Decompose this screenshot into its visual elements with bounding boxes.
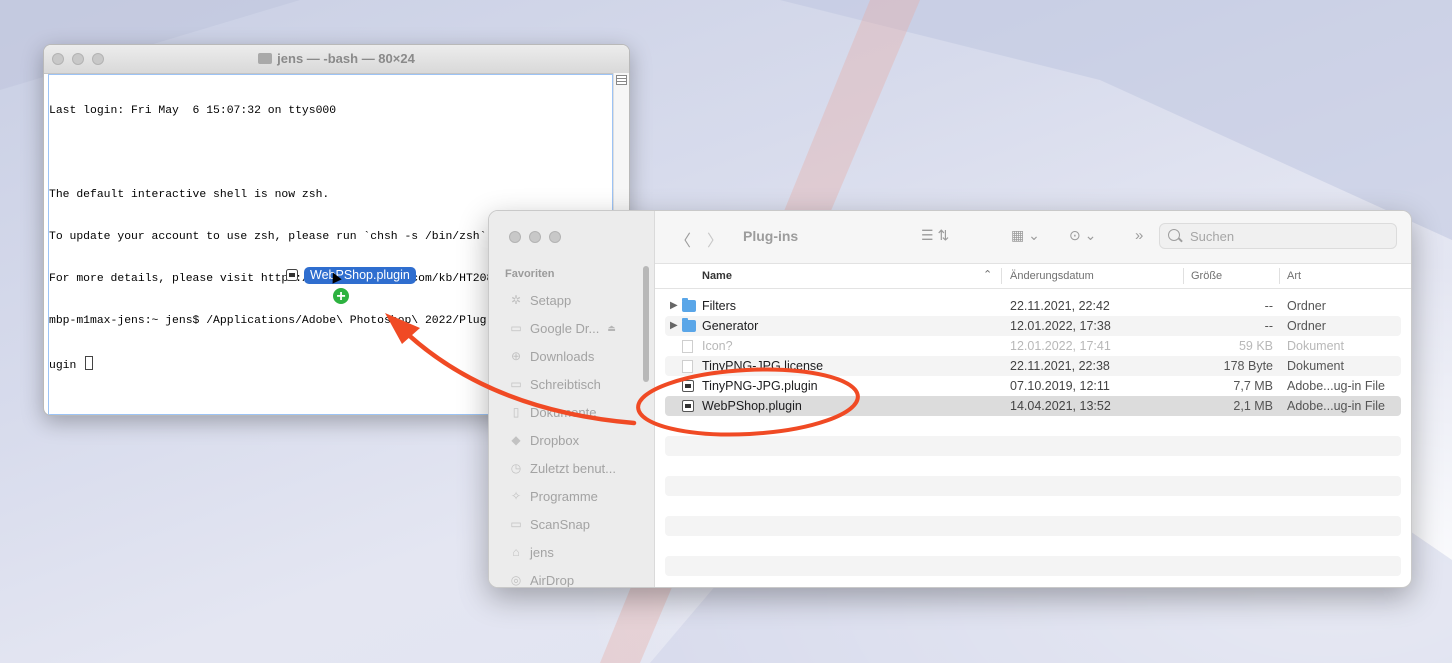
sidebar-item-recents[interactable]: ◷ Zuletzt benut...	[509, 454, 648, 482]
empty-row	[665, 476, 1401, 496]
empty-row	[665, 416, 1401, 436]
file-row-tinypng-plugin[interactable]: TinyPNG-JPG.plugin 07.10.2019, 12:11 7,7…	[665, 376, 1401, 396]
terminal-titlebar[interactable]: jens — -bash — 80×24	[44, 45, 629, 74]
sidebar-item-documents[interactable]: ▯ Dokumente	[509, 398, 648, 426]
finder-sidebar[interactable]: Favoriten ✲ Setapp ▭ Google Dr... ⏏ ⊕ Downlo…	[489, 211, 655, 587]
column-size[interactable]: Größe	[1191, 270, 1222, 282]
column-name[interactable]: Name	[702, 270, 732, 282]
column-date[interactable]: Änderungsdatum	[1010, 270, 1094, 282]
folder-icon	[682, 298, 696, 312]
list-view-icon[interactable]: ☰ ⇅	[921, 227, 949, 244]
plugin-file-icon	[682, 400, 694, 412]
zoom-button[interactable]	[549, 231, 561, 243]
file-row-filters[interactable]: ▶ Filters 22.11.2021, 22:42 -- Ordner	[665, 296, 1401, 316]
document-icon	[682, 340, 693, 353]
terminal-line: The default interactive shell is now zsh…	[49, 189, 330, 201]
file-row-icon[interactable]: Icon? 12.01.2022, 17:41 59 KB Dokument	[665, 336, 1401, 356]
sidebar-item-desktop[interactable]: ▭ Schreibtisch	[509, 370, 648, 398]
recents-icon: ◷	[510, 461, 522, 475]
column-divider	[1183, 268, 1184, 284]
empty-row	[665, 456, 1401, 476]
drag-item[interactable]: WebPShop.plugin	[286, 266, 416, 284]
terminal-title: jens — -bash — 80×24	[44, 51, 629, 66]
drag-item-label: WebPShop.plugin	[304, 266, 416, 284]
back-chevron-icon[interactable]: 〈	[675, 227, 691, 251]
dropbox-icon: ◆	[511, 433, 521, 447]
disclosure-chevron-icon[interactable]: ▶	[670, 320, 678, 331]
forward-chevron-icon[interactable]: 〉	[707, 227, 723, 251]
empty-row	[665, 436, 1401, 456]
terminal-line: Last login: Fri May 6 15:07:32 on ttys00…	[49, 105, 337, 117]
sort-chevron-icon[interactable]: ⌃	[983, 268, 992, 281]
toolbar-overflow-icon[interactable]: »	[1135, 227, 1143, 244]
sidebar-item-airdrop[interactable]: ◎ AirDrop	[509, 566, 648, 588]
column-divider	[1001, 268, 1002, 284]
empty-row	[665, 556, 1401, 576]
finder-window[interactable]: Favoriten ✲ Setapp ▭ Google Dr... ⏏ ⊕ Downlo…	[488, 210, 1412, 588]
setapp-icon: ✲	[510, 293, 522, 307]
folder-icon	[258, 53, 273, 64]
column-kind[interactable]: Art	[1287, 270, 1301, 282]
column-header[interactable]: Name ⌃ Änderungsdatum Größe Art	[655, 264, 1411, 289]
file-list[interactable]: ▶ Filters 22.11.2021, 22:42 -- Ordner ▶ …	[665, 296, 1401, 576]
plugin-file-icon	[286, 269, 298, 281]
column-divider	[1279, 268, 1280, 284]
desktop-icon: ▭	[510, 377, 522, 391]
sidebar-item-scansnap[interactable]: ▭ ScanSnap	[509, 510, 648, 538]
sidebar-item-applications[interactable]: ✧ Programme	[509, 482, 648, 510]
document-icon	[682, 360, 693, 373]
window-controls[interactable]	[509, 231, 561, 243]
scroll-menu-icon[interactable]	[616, 75, 627, 85]
drive-icon: ▭	[510, 321, 522, 335]
text-cursor	[85, 356, 94, 370]
folder-title: Plug-ins	[743, 228, 799, 244]
file-row-tinypng-license[interactable]: TinyPNG-JPG.license 22.11.2021, 22:38 17…	[665, 356, 1401, 376]
finder-toolbar: 〈 〉 Plug-ins ☰ ⇅ ▦ ⌄ ⊙ ⌄ »	[655, 211, 1411, 264]
home-icon: ⌂	[512, 545, 520, 559]
eject-icon[interactable]: ⏏	[607, 323, 616, 334]
sidebar-item-dropbox[interactable]: ◆ Dropbox	[509, 426, 648, 454]
close-button[interactable]	[509, 231, 521, 243]
folder-icon: ▭	[510, 517, 522, 531]
airdrop-icon: ◎	[510, 573, 522, 587]
search-input[interactable]	[1188, 228, 1392, 245]
search-field[interactable]	[1159, 223, 1397, 249]
empty-row	[665, 536, 1401, 556]
sidebar-item-downloads[interactable]: ⊕ Downloads	[509, 342, 648, 370]
more-actions-icon[interactable]: ⊙ ⌄	[1069, 227, 1096, 244]
downloads-icon: ⊕	[510, 349, 522, 363]
group-view-icon[interactable]: ▦ ⌄	[1011, 227, 1040, 244]
file-row-webpshop-plugin[interactable]: WebPShop.plugin 14.04.2021, 13:52 2,1 MB…	[665, 396, 1401, 416]
disclosure-chevron-icon[interactable]: ▶	[670, 300, 678, 311]
sidebar-heading: Favoriten	[505, 268, 555, 280]
search-icon	[1168, 229, 1180, 241]
empty-row	[665, 496, 1401, 516]
empty-row	[665, 516, 1401, 536]
minimize-button[interactable]	[529, 231, 541, 243]
applications-icon: ✧	[510, 489, 522, 503]
plugin-file-icon	[682, 380, 694, 392]
sidebar-item-google-drive[interactable]: ▭ Google Dr... ⏏	[509, 314, 648, 342]
folder-icon	[682, 318, 696, 332]
sidebar-item-jens[interactable]: ⌂ jens	[509, 538, 648, 566]
sidebar-scrollbar[interactable]	[643, 266, 649, 382]
copy-plus-icon: +	[332, 287, 350, 305]
documents-icon: ▯	[512, 405, 520, 419]
sidebar-item-setapp[interactable]: ✲ Setapp	[509, 286, 648, 314]
file-row-generator[interactable]: ▶ Generator 12.01.2022, 17:38 -- Ordner	[665, 316, 1401, 336]
